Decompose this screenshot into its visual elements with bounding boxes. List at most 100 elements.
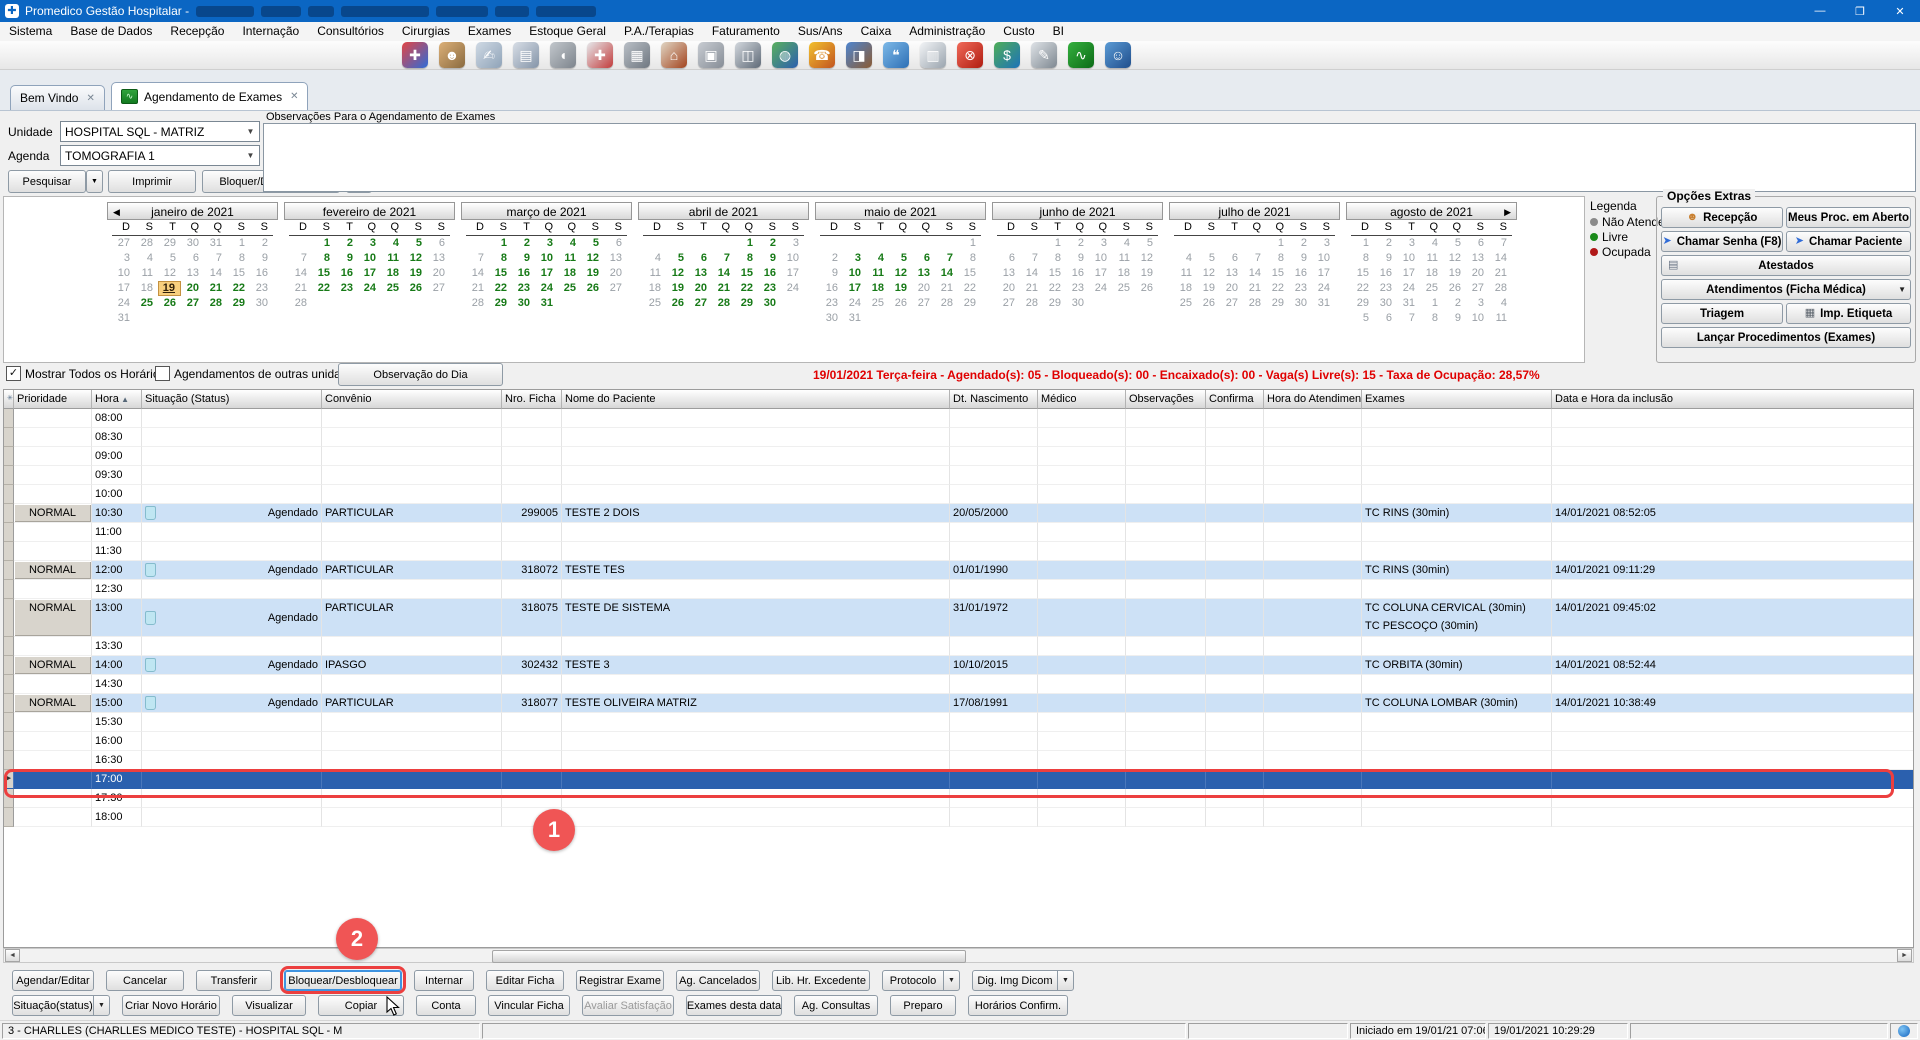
calendar-day-30[interactable]: 30 — [758, 296, 781, 311]
calendar-month-header[interactable]: agosto de 2021▶ — [1346, 202, 1517, 220]
calendar-day-5[interactable]: 5 — [666, 251, 689, 266]
grid-header-observa-es[interactable]: Observações — [1126, 390, 1206, 409]
calendar-month-header[interactable]: junho de 2021 — [992, 202, 1163, 220]
calendar-day-8[interactable]: 8 — [735, 251, 758, 266]
calendar-day-1[interactable]: 1 — [312, 236, 335, 251]
calendar-day-8[interactable]: 8 — [489, 251, 512, 266]
toolbar-ambulance-icon[interactable]: ✚ — [587, 42, 613, 68]
calendar-day-9[interactable]: 9 — [335, 251, 358, 266]
toolbar-phone-icon[interactable]: ☎ — [809, 42, 835, 68]
toolbar-car-icon[interactable]: ◖ — [550, 42, 576, 68]
toolbar-emergency-cross-icon[interactable]: ✚ — [402, 42, 428, 68]
dig-img-dicom-button[interactable]: Dig. Img Dicom▼ — [972, 970, 1074, 991]
scroll-right-icon[interactable]: ► — [1897, 949, 1912, 962]
menu-sistema[interactable]: Sistema — [0, 22, 61, 41]
toolbar-monitor-waveform-icon[interactable]: ∿ — [1068, 42, 1094, 68]
calendar-day-28[interactable]: 28 — [204, 296, 227, 311]
calendar-day-6[interactable]: 6 — [689, 251, 712, 266]
calendar-day-19[interactable]: 19 — [666, 281, 689, 296]
calendar-day-25[interactable]: 25 — [135, 296, 158, 311]
row-selector-cell[interactable] — [4, 523, 14, 542]
appointment-row-1130[interactable]: 11:30 — [4, 542, 1913, 561]
calendar-day-27[interactable]: 27 — [181, 296, 204, 311]
mostrar-todos-horarios-checkbox[interactable]: ✓ Mostrar Todos os Horários — [6, 366, 166, 381]
horizontal-scrollbar[interactable]: ◄ ► — [3, 948, 1914, 963]
grid-header-exames[interactable]: Exames — [1362, 390, 1552, 409]
tab-close-icon[interactable]: ✕ — [86, 93, 94, 104]
toolbar-billing-icon[interactable]: $ — [994, 42, 1020, 68]
calendar-day-7[interactable]: 7 — [935, 251, 958, 266]
menu-base-de-dados[interactable]: Base de Dados — [61, 22, 161, 41]
tab-agendamento-de-exames[interactable]: ∿Agendamento de Exames✕ — [111, 82, 308, 110]
scroll-left-icon[interactable]: ◄ — [5, 949, 20, 962]
toolbar-clipboard-icon[interactable]: ▤ — [513, 42, 539, 68]
calendar-day-10[interactable]: 10 — [535, 251, 558, 266]
imprimir-button[interactable]: Imprimir — [108, 170, 196, 193]
situa-o-status-button[interactable]: Situação(status)▼ — [12, 995, 110, 1016]
calendar-day-5[interactable]: 5 — [889, 251, 912, 266]
calendar-day-23[interactable]: 23 — [335, 281, 358, 296]
maximize-button[interactable]: ❐ — [1840, 0, 1880, 22]
menu-recep-o[interactable]: Recepção — [161, 22, 233, 41]
checkbox-checked-icon[interactable]: ✓ — [6, 366, 21, 381]
menu-custo[interactable]: Custo — [994, 22, 1043, 41]
chevron-down-icon[interactable]: ▼ — [1057, 971, 1073, 990]
calendar-day-6[interactable]: 6 — [912, 251, 935, 266]
calendar-day-18[interactable]: 18 — [381, 266, 404, 281]
transferir-button[interactable]: Transferir — [196, 970, 272, 991]
toolbar-chat-bubble-icon[interactable]: ❝ — [883, 42, 909, 68]
toolbar-globe-chart-icon[interactable]: ◍ — [772, 42, 798, 68]
agenda-combo[interactable]: TOMOGRAFIA 1 ▼ — [60, 145, 260, 166]
calendar-month-header[interactable]: julho de 2021 — [1169, 202, 1340, 220]
hor-rios-confirm-button[interactable]: Horários Confirm. — [968, 995, 1068, 1016]
tab-close-icon[interactable]: ✕ — [290, 91, 298, 102]
calendar-day-12[interactable]: 12 — [581, 251, 604, 266]
row-selector-cell[interactable] — [4, 447, 14, 466]
calendar-month-header[interactable]: março de 2021 — [461, 202, 632, 220]
calendar-day-26[interactable]: 26 — [666, 296, 689, 311]
calendar-day-19[interactable]: 19 — [889, 281, 912, 296]
calendar-day-19[interactable]: 19 — [158, 281, 181, 296]
exames-desta-data-button[interactable]: Exames desta data — [686, 995, 782, 1016]
calendar-day-23[interactable]: 23 — [758, 281, 781, 296]
grid-header-situa-o-status[interactable]: Situação (Status) — [142, 390, 322, 409]
calendar-day-19[interactable]: 19 — [404, 266, 427, 281]
calendar-day-4[interactable]: 4 — [381, 236, 404, 251]
calendar-next-icon[interactable]: ▶ — [1504, 203, 1511, 221]
calendar-day-23[interactable]: 23 — [512, 281, 535, 296]
calendar-day-24[interactable]: 24 — [358, 281, 381, 296]
calendar-day-22[interactable]: 22 — [312, 281, 335, 296]
calendar-day-2[interactable]: 2 — [758, 236, 781, 251]
calendar-day-14[interactable]: 14 — [935, 266, 958, 281]
calendar-day-4[interactable]: 4 — [866, 251, 889, 266]
row-selector-cell[interactable] — [4, 637, 14, 656]
minimize-button[interactable]: — — [1800, 0, 1840, 22]
calendar-day-29[interactable]: 29 — [735, 296, 758, 311]
grid-header-prioridade[interactable]: Prioridade — [14, 390, 92, 409]
agendar-editar-button[interactable]: Agendar/Editar — [12, 970, 94, 991]
toolbar-report-icon[interactable]: ▥ — [920, 42, 946, 68]
calendar-month-header[interactable]: janeiro de 2021◀ — [107, 202, 278, 220]
calendar-day-2[interactable]: 2 — [512, 236, 535, 251]
criar-novo-hor-rio-button[interactable]: Criar Novo Horário — [122, 995, 220, 1016]
calendar-day-15[interactable]: 15 — [312, 266, 335, 281]
calendar-day-16[interactable]: 16 — [512, 266, 535, 281]
calendar-day-15[interactable]: 15 — [735, 266, 758, 281]
row-selector-cell[interactable] — [4, 542, 14, 561]
row-selector-cell[interactable] — [4, 409, 14, 428]
meus-proc-em-aberto-button[interactable]: Meus Proc. em Aberto — [1786, 207, 1911, 228]
menu-consult-rios[interactable]: Consultórios — [308, 22, 393, 41]
calendar-day-17[interactable]: 17 — [535, 266, 558, 281]
row-selector-cell[interactable] — [4, 561, 14, 580]
calendar-day-7[interactable]: 7 — [712, 251, 735, 266]
grid-header-hora-do-atendimento[interactable]: Hora do Atendimento — [1264, 390, 1362, 409]
menu-administra-o[interactable]: Administração — [900, 22, 994, 41]
calendar-day-14[interactable]: 14 — [712, 266, 735, 281]
calendar-day-3[interactable]: 3 — [843, 251, 866, 266]
grid-header-data-e-hora-da-inclus-o[interactable]: Data e Hora da inclusão — [1552, 390, 1914, 409]
row-selector-cell[interactable] — [4, 599, 14, 637]
toolbar-patient-icon[interactable]: ☺ — [1105, 42, 1131, 68]
row-selector-cell[interactable] — [4, 808, 14, 827]
lancar-procedimentos-button[interactable]: Lançar Procedimentos (Exames) — [1661, 327, 1911, 348]
calendar-day-26[interactable]: 26 — [404, 281, 427, 296]
